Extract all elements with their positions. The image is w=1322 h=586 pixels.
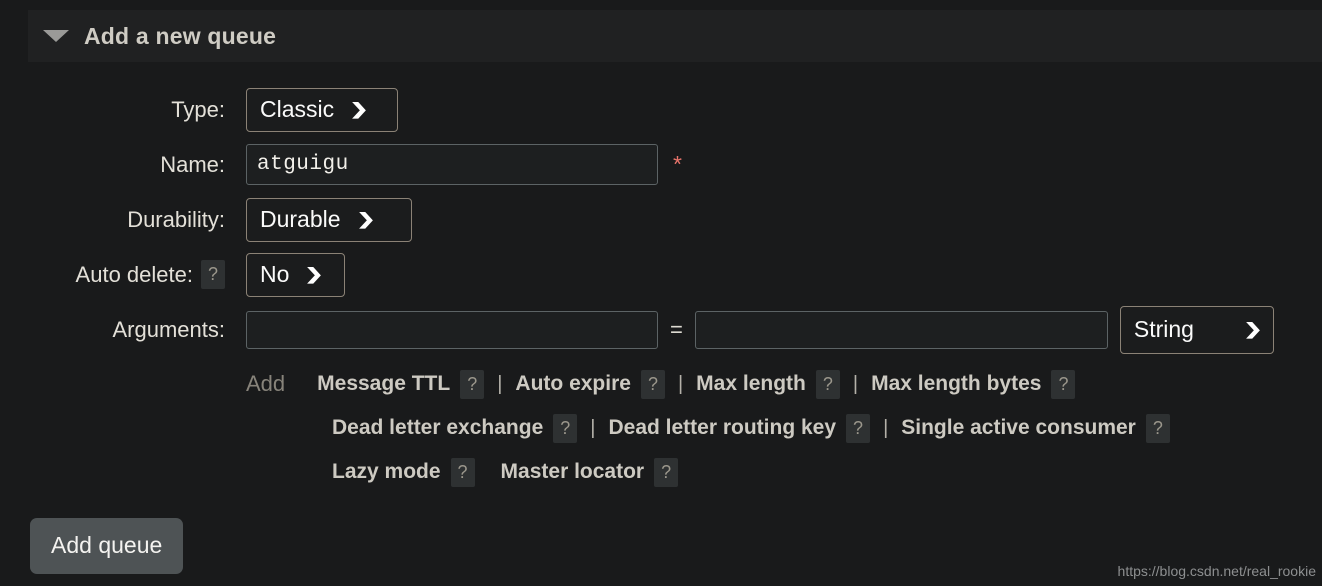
auto-delete-control: No ❯: [225, 252, 1322, 297]
separator: |: [883, 416, 889, 439]
argument-presets: Add Message TTL ? | Auto expire ? | Max …: [246, 362, 1322, 494]
preset-row: Add Message TTL ? | Auto expire ? | Max …: [246, 362, 1322, 406]
help-icon[interactable]: ?: [553, 413, 578, 443]
help-icon[interactable]: ?: [460, 369, 485, 399]
separator: |: [677, 372, 684, 395]
form-row-auto-delete: Auto delete: ? No ❯: [0, 247, 1322, 302]
preset-master-locator[interactable]: Master locator: [501, 460, 645, 484]
preset-row: Dead letter exchange ? | Dead letter rou…: [246, 406, 1322, 450]
add-queue-form: Type: Classic ❯ Name: * Durability: Dura…: [0, 82, 1322, 357]
auto-delete-label-text: Auto delete:: [75, 261, 193, 287]
name-control: *: [225, 144, 1322, 185]
arguments-label: Arguments:: [112, 316, 226, 342]
name-input[interactable]: [246, 144, 658, 185]
form-row-type: Type: Classic ❯: [0, 82, 1322, 137]
form-row-name: Name: *: [0, 137, 1322, 192]
preset-single-active-consumer[interactable]: Single active consumer: [901, 416, 1136, 440]
triangle-down-icon[interactable]: [43, 30, 69, 42]
arguments-control: = String ❯: [225, 305, 1322, 354]
preset-row: Lazy mode ? Master locator ?: [246, 450, 1322, 494]
durability-select-value: Durable: [260, 205, 341, 232]
auto-delete-select[interactable]: No ❯: [246, 252, 345, 297]
form-row-durability: Durability: Durable ❯: [0, 192, 1322, 247]
preset-dead-letter-routing-key[interactable]: Dead letter routing key: [608, 416, 836, 440]
type-control: Classic ❯: [225, 87, 1322, 132]
preset-lazy-mode[interactable]: Lazy mode: [332, 460, 441, 484]
page-title: Add a new queue: [84, 22, 277, 49]
separator: |: [497, 372, 503, 395]
separator: |: [852, 372, 859, 395]
help-icon[interactable]: ?: [1051, 369, 1076, 399]
durability-select[interactable]: Durable ❯: [246, 197, 412, 242]
help-icon[interactable]: ?: [654, 457, 679, 487]
type-label: Type:: [171, 96, 225, 122]
preset-message-ttl[interactable]: Message TTL: [317, 372, 450, 396]
watermark: https://blog.csdn.net/real_rookie: [1117, 563, 1316, 579]
preset-max-length-bytes[interactable]: Max length bytes: [871, 372, 1041, 396]
name-label: Name:: [160, 151, 225, 177]
auto-delete-select-value: No: [260, 260, 290, 287]
preset-max-length[interactable]: Max length: [696, 372, 806, 396]
chevron-down-icon: ❯: [1243, 319, 1263, 339]
type-select[interactable]: Classic ❯: [246, 87, 398, 132]
add-argument-link[interactable]: Add: [246, 371, 285, 397]
section-header[interactable]: Add a new queue: [28, 10, 1322, 62]
argument-type-select-value: String: [1133, 315, 1194, 342]
add-queue-button[interactable]: Add queue: [30, 518, 184, 574]
argument-value-input[interactable]: [694, 310, 1108, 349]
help-icon[interactable]: ?: [200, 260, 225, 289]
durability-control: Durable ❯: [225, 197, 1322, 242]
help-icon[interactable]: ?: [450, 457, 475, 487]
chevron-down-icon: ❯: [349, 99, 369, 119]
durability-label: Durability:: [127, 206, 225, 232]
help-icon[interactable]: ?: [1145, 413, 1170, 443]
help-icon[interactable]: ?: [640, 369, 665, 399]
preset-dead-letter-exchange[interactable]: Dead letter exchange: [332, 416, 543, 440]
argument-type-select[interactable]: String ❯: [1119, 305, 1274, 354]
help-icon[interactable]: ?: [846, 413, 871, 443]
type-select-value: Classic: [260, 95, 335, 122]
chevron-down-icon: ❯: [304, 264, 325, 284]
separator: |: [590, 416, 596, 439]
equals-sign: =: [670, 316, 683, 342]
chevron-down-icon: ❯: [356, 209, 376, 229]
preset-auto-expire[interactable]: Auto expire: [515, 372, 631, 396]
auto-delete-label: Auto delete: ?: [0, 260, 225, 289]
argument-key-input[interactable]: [246, 310, 658, 349]
form-row-arguments: Arguments: = String ❯: [0, 302, 1322, 357]
help-icon[interactable]: ?: [815, 369, 840, 399]
argument-type-wrap: String ❯: [1119, 305, 1274, 354]
required-marker: *: [673, 151, 682, 177]
